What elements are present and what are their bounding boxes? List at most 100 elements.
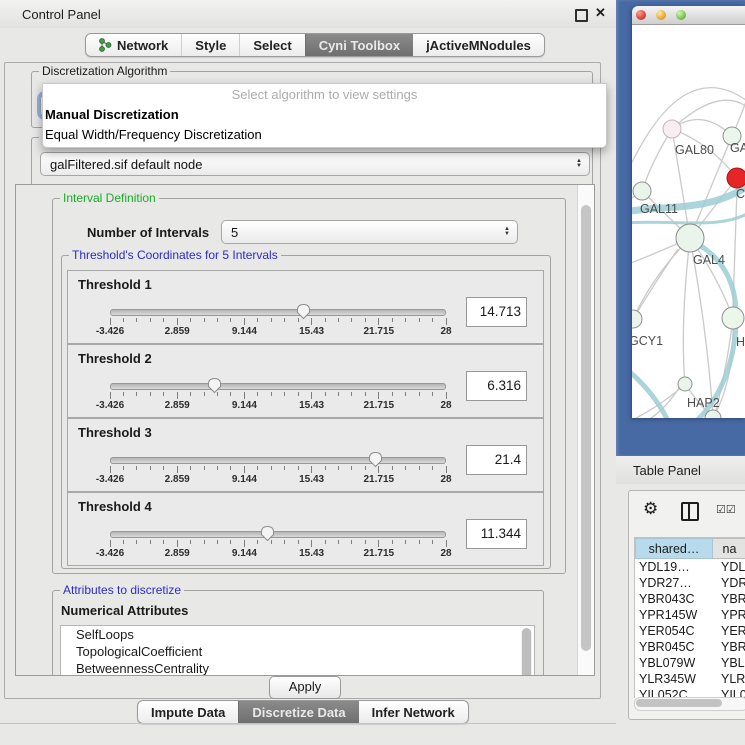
threshold-slider[interactable]: -3.4262.8599.14415.4321.71528 xyxy=(98,527,458,561)
threshold-value-field[interactable]: 6.316 xyxy=(466,371,527,401)
network-canvas[interactable]: GAL80GACGAL11GAL4GCY1HHAP2 xyxy=(632,25,745,418)
slider-rail xyxy=(110,309,446,316)
control-panel-titlebar: Control Panel ✕ xyxy=(0,0,616,28)
threshold-value-field[interactable]: 21.4 xyxy=(466,445,527,475)
table-rows: YDL19… YDL1 YDR27… YDR2 YBR043C YB xyxy=(635,559,745,698)
thresholds-group: Threshold's Coordinates for 5 Intervals … xyxy=(61,255,551,569)
threshold-panel: Threshold 2 xyxy=(67,344,544,418)
tab-network[interactable]: Network xyxy=(86,34,181,56)
tab-network-label: Network xyxy=(117,38,168,53)
svg-text:GAL11: GAL11 xyxy=(640,202,678,216)
bottom-tab-strip: Impute Data Discretize Data Infer Networ… xyxy=(137,700,469,724)
table-header-row: shared… na xyxy=(635,538,745,559)
threshold-slider[interactable]: -3.4262.8599.14415.4321.71528 xyxy=(98,453,458,487)
close-traffic-light-icon[interactable] xyxy=(636,10,646,20)
table-panel-container: ⚙ ☑☑ shared… na YDL19… YDL1 xyxy=(628,490,745,720)
table-panel-region: Table Panel ⚙ ☑☑ shared… na YDL19… xyxy=(616,456,745,745)
network-svg: GAL80GACGAL11GAL4GCY1HHAP2 xyxy=(632,25,745,418)
tab-cyni-toolbox[interactable]: Cyni Toolbox xyxy=(305,34,413,56)
tab-jactivemnodules-label: jActiveMNodules xyxy=(426,38,531,53)
numerical-attributes-label: Numerical Attributes xyxy=(61,603,188,618)
top-tab-strip: Network Style Select Cyni Toolbox jActiv… xyxy=(85,33,545,57)
control-panel: Control Panel ✕ Network Style Select xyxy=(0,0,616,745)
table-row[interactable]: YBR043C YBR0 xyxy=(635,591,745,607)
thresholds-group-title: Threshold's Coordinates for 5 Intervals xyxy=(69,248,281,263)
table-panel-title: Table Panel xyxy=(633,463,701,478)
svg-text:H: H xyxy=(736,335,745,349)
table-row[interactable]: YBL079W YBL0 xyxy=(635,655,745,671)
table-data-combo-value: galFiltered.sif default node xyxy=(50,157,202,172)
threshold-label: Threshold 4 xyxy=(78,499,152,514)
tab-infer-network-label: Infer Network xyxy=(372,705,455,720)
discretization-algorithm-group: Discretization Algorithm ▲▼ Select algor… xyxy=(31,71,593,128)
threshold-panel: Threshold 3 xyxy=(67,418,544,492)
bottom-divider xyxy=(0,723,616,724)
svg-text:GCY1: GCY1 xyxy=(632,334,663,348)
attributes-list-scrollbar[interactable] xyxy=(521,628,532,676)
slider-tick-labels: -3.4262.8599.14415.4321.71528 xyxy=(110,474,446,486)
tab-impute-data[interactable]: Impute Data xyxy=(138,701,238,723)
gear-icon[interactable]: ⚙ xyxy=(643,499,658,519)
settings-vertical-scrollbar[interactable] xyxy=(577,185,594,675)
table-horizontal-scrollbar[interactable] xyxy=(634,697,745,711)
float-window-icon[interactable] xyxy=(575,9,588,22)
cyni-toolbox-panel: Discretization Algorithm ▲▼ Select algor… xyxy=(4,62,601,699)
table-row[interactable]: YER054C YER0 xyxy=(635,623,745,639)
settings-scrollpane: Interval Definition Number of Intervals … xyxy=(15,184,595,676)
minimize-traffic-light-icon[interactable] xyxy=(656,10,666,20)
combo-arrows-icon: ▲▼ xyxy=(504,227,510,237)
discretization-algorithm-group-title: Discretization Algorithm xyxy=(39,64,170,79)
tab-discretize-data-label: Discretize Data xyxy=(252,705,345,720)
tab-discretize-data[interactable]: Discretize Data xyxy=(238,701,358,723)
algorithm-prompt-item[interactable]: Select algorithm to view settings xyxy=(43,87,606,102)
app-root: Control Panel ✕ Network Style Select xyxy=(0,0,745,745)
svg-text:GAL4: GAL4 xyxy=(693,253,725,267)
slider-rail xyxy=(110,457,446,464)
table-row[interactable]: YBR045C YBR0 xyxy=(635,639,745,655)
tab-cyni-toolbox-label: Cyni Toolbox xyxy=(319,38,400,53)
slider-tick-labels: -3.4262.8599.14415.4321.71528 xyxy=(110,326,446,338)
table-panel-titlebar: Table Panel xyxy=(616,456,745,484)
list-item[interactable]: TopologicalCoefficient xyxy=(61,643,534,660)
column-header-shared-name[interactable]: shared… xyxy=(635,538,713,559)
column-header-name[interactable]: na xyxy=(713,538,745,559)
threshold-slider[interactable]: -3.4262.8599.14415.4321.71528 xyxy=(98,379,458,413)
split-columns-icon[interactable] xyxy=(681,502,699,521)
network-icon xyxy=(99,38,112,52)
table-row[interactable]: YDR27… YDR2 xyxy=(635,575,745,591)
list-item[interactable]: SelfLoops xyxy=(61,626,534,643)
table-data-combo[interactable]: galFiltered.sif default node ▲▼ xyxy=(40,152,590,176)
tab-infer-network[interactable]: Infer Network xyxy=(359,701,468,723)
threshold-label: Threshold 3 xyxy=(78,425,152,440)
table-row[interactable]: YDL19… YDL1 xyxy=(635,559,745,575)
tab-select-label: Select xyxy=(253,38,291,53)
threshold-slider[interactable]: -3.4262.8599.14415.4321.71528 xyxy=(98,305,458,339)
network-view-window: GAL80GACGAL11GAL4GCY1HHAP2 xyxy=(632,6,745,418)
interval-definition-group: Interval Definition Number of Intervals … xyxy=(52,198,566,574)
checkboxes-icon[interactable]: ☑☑ xyxy=(716,503,736,516)
numerical-attributes-list[interactable]: SelfLoops TopologicalCoefficient Between… xyxy=(60,625,535,676)
tab-jactivemnodules[interactable]: jActiveMNodules xyxy=(413,34,544,56)
table-row[interactable]: YLR345W YLR3 xyxy=(635,671,745,687)
number-of-intervals-combo[interactable]: 5 ▲▼ xyxy=(221,220,518,244)
attributes-group-title: Attributes to discretize xyxy=(60,583,184,598)
node-table[interactable]: shared… na YDL19… YDL1 YDR27… xyxy=(634,537,745,698)
table-row[interactable]: YPR145W YPR1 xyxy=(635,607,745,623)
tab-style[interactable]: Style xyxy=(181,34,239,56)
list-item[interactable]: BetweennessCentrality xyxy=(61,660,534,676)
algorithm-item-manual[interactable]: Manual Discretization xyxy=(45,107,179,122)
threshold-value-field[interactable]: 14.713 xyxy=(466,297,527,327)
close-icon[interactable]: ✕ xyxy=(595,5,606,21)
threshold-label: Threshold 2 xyxy=(78,351,152,366)
tab-select[interactable]: Select xyxy=(239,34,304,56)
threshold-value-field[interactable]: 11.344 xyxy=(466,519,527,549)
svg-text:GAL80: GAL80 xyxy=(675,143,714,157)
zoom-traffic-light-icon[interactable] xyxy=(676,10,686,20)
number-of-intervals-label: Number of Intervals xyxy=(87,225,209,240)
network-desktop-background: GAL80GACGAL11GAL4GCY1HHAP2 xyxy=(616,0,745,456)
slider-ticks xyxy=(110,540,446,548)
tab-impute-data-label: Impute Data xyxy=(151,705,225,720)
slider-ticks xyxy=(110,318,446,326)
algorithm-item-equal-width[interactable]: Equal Width/Frequency Discretization xyxy=(45,127,262,142)
apply-button[interactable]: Apply xyxy=(269,676,341,699)
